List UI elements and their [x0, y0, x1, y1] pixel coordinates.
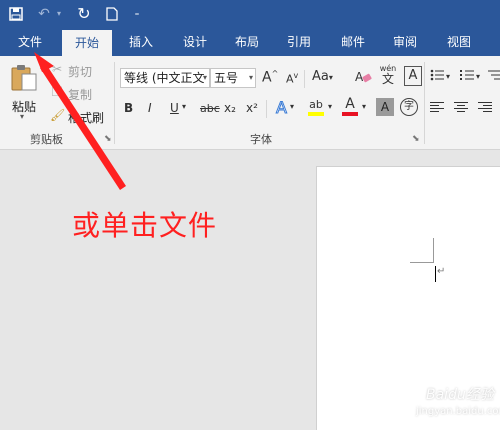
watermark-text: Baidu经验: [426, 387, 494, 403]
watermark-url: jingyan.baidu.com: [416, 406, 500, 417]
annotation-text: 或单击文件: [72, 209, 218, 242]
baidu-watermark: Baidu经验 jingyan.baidu.com: [410, 378, 500, 426]
